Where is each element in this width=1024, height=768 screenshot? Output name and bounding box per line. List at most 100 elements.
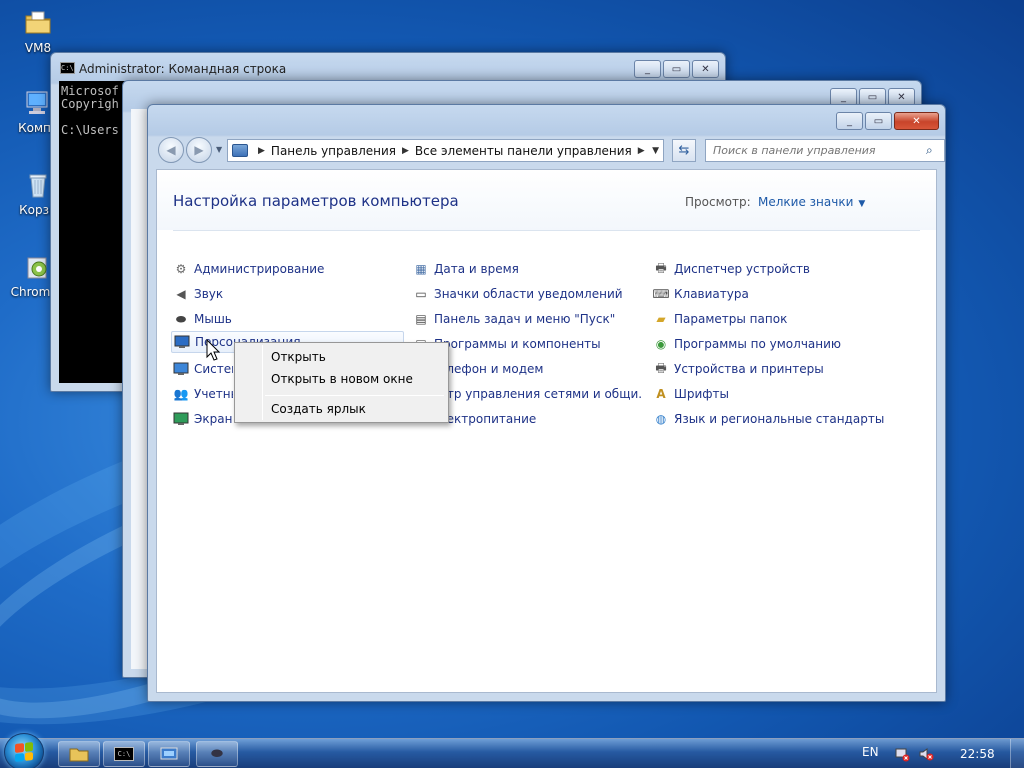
cp-item-label: Клавиатура (674, 287, 749, 301)
back-button[interactable]: ◀ (158, 137, 184, 163)
arrow-left-icon: ◀ (166, 143, 176, 157)
cp-item-label: Язык и региональные стандарты (674, 412, 885, 426)
breadcrumb-arrow-icon[interactable]: ▶ (258, 146, 265, 156)
view-mode-value: Мелкие значки (758, 195, 854, 209)
search-icon[interactable]: ⌕ (926, 143, 944, 158)
menu-item-create-shortcut[interactable]: Создать ярлык (237, 398, 446, 420)
device-manager-icon: 🖶 (655, 260, 667, 275)
arrow-right-icon: ▶ (194, 143, 204, 157)
breadcrumb-arrow-icon[interactable]: ▶ (638, 146, 645, 156)
taskbar-cmd-button[interactable]: C:\ (103, 741, 145, 767)
cp-item-label: Мышь (194, 312, 232, 326)
chevron-down-icon: ▼ (858, 199, 866, 209)
cp-item-fonts[interactable]: A Шрифты (653, 383, 933, 405)
display-icon (173, 411, 189, 427)
folder-icon (25, 11, 51, 34)
refresh-button[interactable]: ⇆ (672, 139, 696, 162)
default-programs-icon: ◉ (655, 337, 667, 351)
maximize-button[interactable]: ▭ (663, 60, 690, 78)
cp-item-label: Значки области уведомлений (434, 287, 623, 301)
cp-item-default-programs[interactable]: ◉ Программы по умолчанию (653, 333, 933, 355)
cp-item-region-language[interactable]: ◍ Язык и региональные стандарты (653, 408, 933, 430)
page-title: Настройка параметров компьютера (173, 192, 459, 210)
menu-item-label: Открыть (271, 350, 326, 364)
menu-item-open[interactable]: Открыть (237, 346, 446, 368)
forward-button[interactable]: ▶ (186, 137, 212, 163)
calendar-clock-icon: ▦ (415, 262, 427, 276)
context-menu: Открыть Открыть в новом окне Создать ярл… (234, 342, 449, 423)
users-icon: 👥 (173, 387, 189, 401)
view-label: Просмотр: (685, 195, 751, 209)
divider (173, 230, 920, 231)
taskbar-mouse-button[interactable]: ⬬ (196, 741, 238, 767)
history-dropdown[interactable]: ▼ (216, 145, 222, 154)
minimize-button[interactable]: _ (634, 60, 661, 78)
cp-item-device-manager[interactable]: 🖶 Диспетчер устройств (653, 258, 933, 280)
refresh-icon: ⇆ (678, 143, 690, 158)
view-mode-dropdown[interactable]: Мелкие значки ▼ (758, 195, 865, 209)
address-bar[interactable]: ▶ Панель управления ▶ Все элементы панел… (227, 139, 664, 162)
cp-item-label: Параметры папок (674, 312, 788, 326)
control-panel-icon (232, 144, 248, 157)
network-icon[interactable] (894, 746, 910, 762)
address-dropdown-icon[interactable]: ▼ (652, 146, 659, 156)
cp-item-label: Администрирование (194, 262, 325, 276)
cp-item-label: Шрифты (674, 387, 729, 401)
clock[interactable]: 22:58 (960, 747, 995, 761)
cp-item-label: лектропитание (439, 412, 537, 426)
cp-item-power-options[interactable]: лектропитание (439, 408, 643, 430)
cp-item-label: Панель задач и меню "Пуск" (434, 312, 616, 326)
desktop-icon-vm8[interactable]: VM8 (0, 8, 76, 55)
cp-item-label: Экран (194, 412, 233, 426)
close-button[interactable]: ✕ (692, 60, 719, 78)
control-panel-icon (160, 747, 178, 760)
recycle-bin-icon (29, 174, 47, 198)
cp-item-sound[interactable]: ◀ Звук (173, 283, 403, 305)
cp-item-notification-icons[interactable]: ▭ Значки области уведомлений (413, 283, 643, 305)
cp-item-mouse[interactable]: ⬬ Мышь (173, 308, 403, 330)
volume-muted-icon[interactable] (918, 746, 934, 762)
language-indicator[interactable]: EN (862, 745, 879, 759)
fonts-icon: A (656, 387, 666, 401)
breadcrumb-control-panel[interactable]: Панель управления (271, 144, 396, 158)
cmd-icon: C:\ (114, 747, 134, 761)
cp-item-system[interactable]: Система (173, 358, 233, 380)
cp-item-label: Дата и время (434, 262, 519, 276)
personalization-icon (174, 334, 190, 350)
cp-item-label: Диспетчер устройств (674, 262, 811, 276)
speaker-icon: ◀ (176, 287, 186, 301)
breadcrumb-all-items[interactable]: Все элементы панели управления (415, 144, 632, 158)
taskbar-control-panel-button[interactable] (148, 741, 190, 767)
cp-item-taskbar-start[interactable]: ▤ Панель задач и меню "Пуск" (413, 308, 643, 330)
cp-item-keyboard[interactable]: ⌨ Клавиатура (653, 283, 933, 305)
breadcrumb-arrow-icon[interactable]: ▶ (402, 146, 409, 156)
search-box[interactable]: ⌕ (705, 139, 945, 162)
taskbar-explorer-button[interactable] (58, 741, 100, 767)
navigation-bar: ◀ ▶ ▼ ▶ Панель управления ▶ Все элементы… (156, 135, 945, 165)
cp-item-date-time[interactable]: ▦ Дата и время (413, 258, 643, 280)
content-pane: Настройка параметров компьютера Просмотр… (156, 169, 937, 693)
mouse-icon: ⬬ (175, 311, 187, 326)
cp-item-phone-modem[interactable]: елефон и модем (439, 358, 643, 380)
cp-item-label: елефон и модем (439, 362, 544, 376)
start-button[interactable] (4, 733, 44, 768)
close-button[interactable]: ✕ (894, 112, 939, 130)
show-desktop-button[interactable] (1010, 739, 1024, 768)
menu-separator (265, 395, 444, 396)
cp-item-user-accounts[interactable]: 👥 Учетные (173, 383, 233, 405)
installer-icon (27, 257, 47, 279)
search-input[interactable] (706, 140, 926, 161)
cp-item-devices-printers[interactable]: 🖶 Устройства и принтеры (653, 358, 933, 380)
menu-item-open-new-window[interactable]: Открыть в новом окне (237, 368, 446, 390)
cp-item-folder-options[interactable]: ▰ Параметры папок (653, 308, 933, 330)
administration-icon: ⚙ (175, 262, 187, 276)
maximize-button[interactable]: ▭ (865, 112, 892, 130)
globe-icon: ◍ (655, 412, 667, 426)
system-icon (173, 361, 189, 377)
menu-item-label: Открыть в новом окне (271, 372, 413, 386)
mouse-cursor-icon (206, 339, 220, 361)
cp-item-network-center[interactable]: нтр управления сетями и общи... (439, 383, 643, 405)
cp-item-label: Программы по умолчанию (674, 337, 842, 351)
minimize-button[interactable]: _ (836, 112, 863, 130)
cp-item-administration[interactable]: ⚙ Администрирование (173, 258, 403, 280)
